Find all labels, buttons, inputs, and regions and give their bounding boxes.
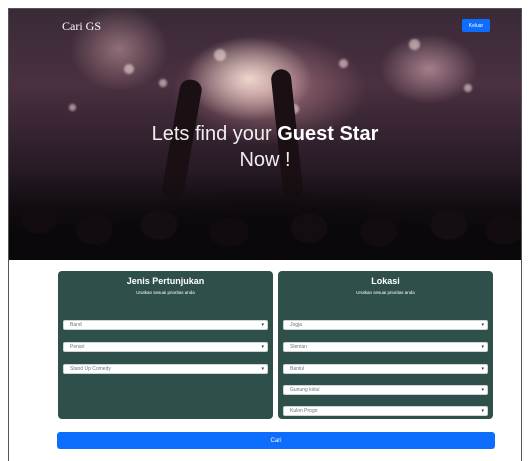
search-button[interactable]: Cari <box>57 432 495 449</box>
bokeh-light <box>339 59 348 68</box>
jenis-select-1[interactable]: Band ▾ <box>63 320 268 330</box>
chevron-down-icon: ▾ <box>261 322 264 328</box>
headline-guest-star: Guest Star <box>277 123 379 145</box>
bokeh-light <box>159 79 167 87</box>
hero-banner: Cari GS Keluar Lets find your Guest Star… <box>9 9 521 260</box>
bokeh-light <box>214 49 226 61</box>
panel-title: Lokasi <box>371 276 400 286</box>
chevron-down-icon: ▾ <box>481 344 484 350</box>
logout-button[interactable]: Keluar <box>462 19 490 32</box>
bokeh-light <box>464 84 472 92</box>
chevron-down-icon: ▾ <box>261 344 264 350</box>
select-value: Stand Up Comedy <box>70 366 111 372</box>
panel-subtitle: Urutkan sesuai prioritas anda <box>356 290 415 295</box>
headline-line-2: Now ! <box>239 149 291 171</box>
bokeh-light <box>69 104 76 111</box>
headline-prefix: Lets find your <box>151 123 278 145</box>
panel-subtitle: Urutkan sesuai prioritas anda <box>136 290 195 295</box>
lokasi-select-3[interactable]: Bantul ▾ <box>283 364 488 374</box>
jenis-select-2[interactable]: Penari ▾ <box>63 342 268 352</box>
select-value: Bantul <box>290 366 305 372</box>
page-frame: Cari GS Keluar Lets find your Guest Star… <box>8 8 522 461</box>
select-value: Band <box>70 322 82 328</box>
lokasi-select-5[interactable]: Kulon Progo ▾ <box>283 406 488 416</box>
hero-headline: Lets find your Guest Star Now ! <box>9 121 521 173</box>
select-value: Gunung kidul <box>290 387 320 393</box>
bokeh-light <box>124 64 134 74</box>
chevron-down-icon: ▾ <box>481 408 484 414</box>
jenis-pertunjukan-panel: Jenis Pertunjukan Urutkan sesuai priorit… <box>58 271 273 419</box>
chevron-down-icon: ▾ <box>481 322 484 328</box>
chevron-down-icon: ▾ <box>481 387 484 393</box>
select-value: Jogja <box>290 322 302 328</box>
lokasi-select-1[interactable]: Jogja ▾ <box>283 320 488 330</box>
bokeh-light <box>409 39 420 50</box>
brand-logo[interactable]: Cari GS <box>62 19 101 34</box>
select-value: Kulon Progo <box>290 408 318 414</box>
lokasi-panel: Lokasi Urutkan sesuai prioritas anda Jog… <box>278 271 493 419</box>
crowd-silhouette <box>9 170 521 260</box>
select-value: Sleman <box>290 344 307 350</box>
select-value: Penari <box>70 344 85 350</box>
lokasi-select-2[interactable]: Sleman ▾ <box>283 342 488 352</box>
headline-line-1: Lets find your Guest Star <box>9 121 521 147</box>
lokasi-select-4[interactable]: Gunung kidul ▾ <box>283 385 488 395</box>
chevron-down-icon: ▾ <box>261 366 264 372</box>
jenis-select-3[interactable]: Stand Up Comedy ▾ <box>63 364 268 374</box>
chevron-down-icon: ▾ <box>481 366 484 372</box>
panel-title: Jenis Pertunjukan <box>126 276 205 286</box>
